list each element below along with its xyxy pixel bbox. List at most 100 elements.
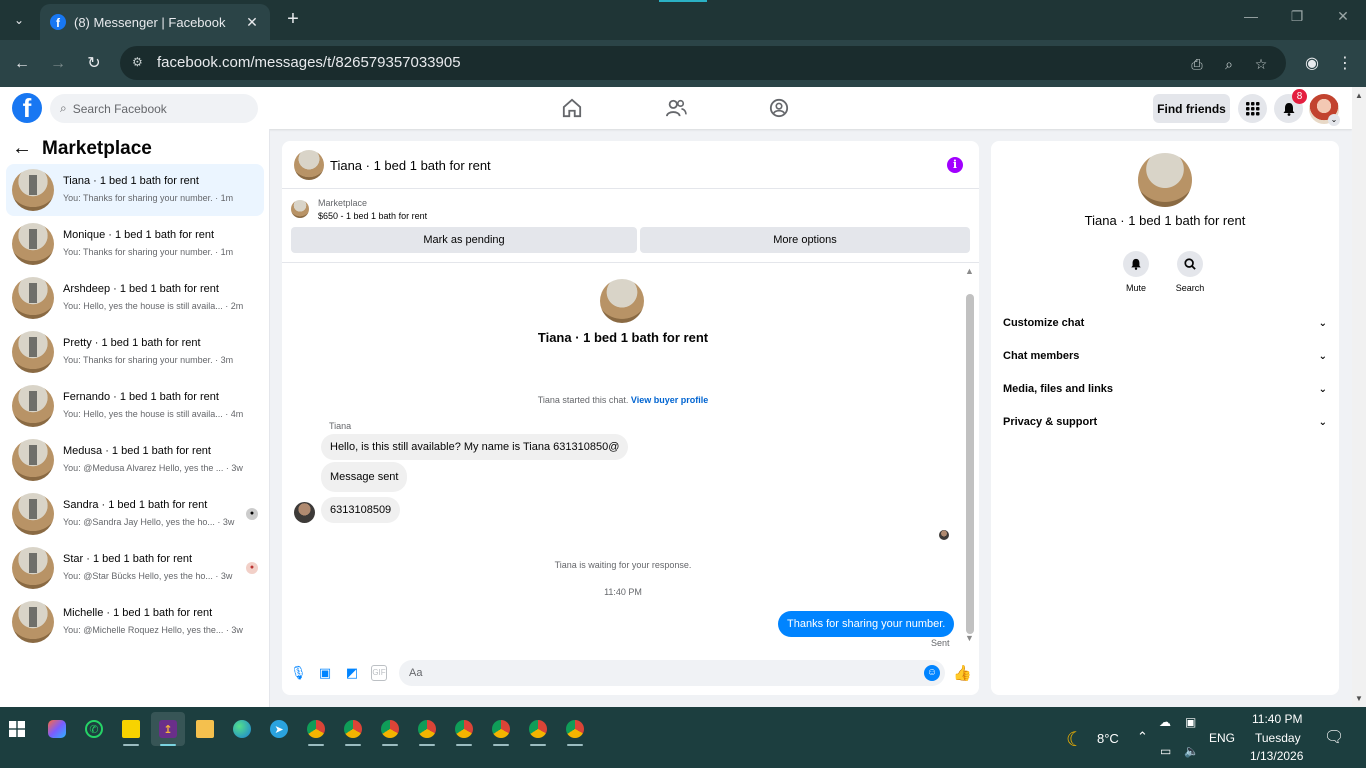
bookmark-star-icon[interactable]: ☆ <box>1252 56 1270 74</box>
url-text[interactable]: facebook.com/messages/t/826579357033905 <box>157 54 461 71</box>
telegram-taskbar-icon[interactable]: ➤ <box>262 712 296 746</box>
chrome-taskbar-icon[interactable] <box>447 712 481 746</box>
media-files-links-section[interactable]: Media, files and links ⌄ <box>1003 379 1327 399</box>
conversation-item[interactable]: Tiana · 1 bed 1 bath for rent You: Thank… <box>6 164 264 216</box>
conversation-item[interactable]: Michelle · 1 bed 1 bath for rent You: @M… <box>6 596 264 648</box>
outgoing-message[interactable]: Thanks for sharing your number. <box>778 611 955 637</box>
menu-grid-icon[interactable] <box>1238 94 1267 123</box>
chrome-taskbar-icon[interactable] <box>373 712 407 746</box>
facebook-search-input[interactable] <box>72 101 243 116</box>
clock-date[interactable]: 1/13/2026 <box>1250 749 1303 763</box>
onedrive-cloud-icon[interactable]: ☁ <box>1159 715 1171 729</box>
zoom-icon[interactable]: ⌕ <box>1220 56 1238 74</box>
active-app-taskbar-icon[interactable]: ↥ <box>151 712 185 746</box>
scrollbar-thumb[interactable] <box>966 294 974 634</box>
sticky-notes-taskbar-icon[interactable] <box>114 712 148 746</box>
scroll-down-icon[interactable]: ▼ <box>965 633 974 643</box>
conversation-item[interactable]: Fernando · 1 bed 1 bath for rent You: He… <box>6 380 264 432</box>
tab-search-icon[interactable]: ⌄ <box>6 8 32 32</box>
conversation-item[interactable]: Star · 1 bed 1 bath for rent You: @Star … <box>6 542 264 594</box>
chat-header-avatar[interactable] <box>294 150 324 180</box>
customize-chat-section[interactable]: Customize chat ⌄ <box>1003 313 1327 333</box>
browser-tab[interactable]: f (8) Messenger | Facebook ✕ <box>40 4 270 40</box>
gif-icon[interactable]: GIF <box>371 665 387 681</box>
minimize-icon[interactable]: — <box>1236 8 1266 24</box>
chrome-taskbar-icon[interactable] <box>410 712 444 746</box>
tab-close-icon[interactable]: ✕ <box>244 14 260 31</box>
address-bar[interactable]: ⚙ facebook.com/messages/t/82657935703390… <box>120 46 1286 80</box>
notification-center-icon[interactable]: 🗨 <box>1324 727 1344 747</box>
chrome-taskbar-icon[interactable] <box>558 712 592 746</box>
chrome-taskbar-icon[interactable] <box>336 712 370 746</box>
maximize-icon[interactable]: ❐ <box>1282 8 1312 25</box>
mute-button[interactable]: Mute <box>1111 251 1161 293</box>
show-hidden-icons-chevron-up-icon[interactable]: ⌃ <box>1137 729 1148 745</box>
weather-temperature[interactable]: 8°C <box>1097 731 1119 746</box>
home-icon[interactable] <box>561 98 583 118</box>
thread-scrollbar[interactable]: ▲ ▼ <box>964 266 976 646</box>
sticker-icon[interactable]: ◩ <box>344 665 360 681</box>
volume-speaker-icon[interactable]: 🔈 <box>1184 744 1199 758</box>
conversation-item[interactable]: Sandra · 1 bed 1 bath for rent You: @San… <box>6 488 264 540</box>
conversation-item[interactable]: Arshdeep · 1 bed 1 bath for rent You: He… <box>6 272 264 324</box>
page-scrollbar[interactable]: ▲ ▼ <box>1352 87 1366 707</box>
account-chevron-down-icon[interactable]: ⌄ <box>1328 114 1340 126</box>
profile-icon[interactable]: ◉ <box>1300 52 1324 76</box>
find-friends-button[interactable]: Find friends <box>1153 94 1230 123</box>
like-thumb-icon[interactable]: 👍 <box>953 664 972 682</box>
message-input-box[interactable]: ☺ <box>399 660 945 686</box>
info-icon[interactable]: i <box>947 157 963 173</box>
forward-icon[interactable]: → <box>46 52 70 76</box>
view-buyer-profile-link[interactable]: View buyer profile <box>631 395 708 405</box>
incoming-message[interactable]: Message sent <box>321 462 408 492</box>
clock-day[interactable]: Tuesday <box>1255 731 1301 745</box>
listing-thumbnail[interactable] <box>291 200 309 218</box>
search-in-chat-button[interactable]: Search <box>1165 251 1215 293</box>
facebook-logo-icon[interactable]: f <box>12 93 42 123</box>
sender-avatar[interactable] <box>294 502 315 523</box>
chat-members-section[interactable]: Chat members ⌄ <box>1003 346 1327 366</box>
more-options-button[interactable]: More options <box>640 227 970 253</box>
scroll-up-icon[interactable]: ▲ <box>965 266 974 276</box>
groups-icon[interactable] <box>768 98 790 118</box>
back-arrow-icon[interactable]: ← <box>12 137 32 160</box>
chat-header-name[interactable]: Tiana · 1 bed 1 bath for rent <box>330 158 491 173</box>
facebook-search[interactable]: ⌕ <box>50 94 258 123</box>
reload-icon[interactable]: ↻ <box>82 52 106 76</box>
conversation-item[interactable]: Monique · 1 bed 1 bath for rent You: Tha… <box>6 218 264 270</box>
network-icon[interactable]: ▭ <box>1160 744 1171 758</box>
conversation-item[interactable]: Pretty · 1 bed 1 bath for rent You: Than… <box>6 326 264 378</box>
incoming-message[interactable]: Hello, is this still available? My name … <box>321 434 629 460</box>
microphone-icon[interactable]: 🎙 <box>290 665 307 681</box>
edge-taskbar-icon[interactable] <box>225 712 259 746</box>
listing-title[interactable]: $650 - 1 bed 1 bath for rent <box>318 211 427 221</box>
install-app-icon[interactable]: ⎙ <box>1188 56 1206 74</box>
input-language[interactable]: ENG <box>1209 731 1235 745</box>
back-icon[interactable]: ← <box>10 52 34 76</box>
conversation-item[interactable]: Medusa · 1 bed 1 bath for rent You: @Med… <box>6 434 264 486</box>
scroll-up-icon[interactable]: ▲ <box>1355 91 1363 100</box>
privacy-support-section[interactable]: Privacy & support ⌄ <box>1003 412 1327 432</box>
scroll-down-icon[interactable]: ▼ <box>1355 694 1363 703</box>
copilot-taskbar-icon[interactable] <box>40 712 74 746</box>
chrome-taskbar-icon[interactable] <box>521 712 555 746</box>
close-window-icon[interactable]: ✕ <box>1328 8 1358 25</box>
chrome-taskbar-icon[interactable] <box>299 712 333 746</box>
photo-icon[interactable]: ▣ <box>317 665 333 681</box>
whatsapp-taskbar-icon[interactable]: ✆ <box>77 712 111 746</box>
chrome-taskbar-icon[interactable] <box>484 712 518 746</box>
site-settings-icon[interactable]: ⚙ <box>132 55 148 71</box>
mark-as-pending-button[interactable]: Mark as pending <box>291 227 637 253</box>
new-tab-icon[interactable]: + <box>282 8 304 30</box>
start-button[interactable] <box>0 712 34 746</box>
camera-icon[interactable]: ▣ <box>1185 715 1196 729</box>
file-explorer-taskbar-icon[interactable] <box>188 712 222 746</box>
browser-menu-icon[interactable]: ⋮ <box>1333 52 1357 76</box>
incoming-message[interactable]: 6313108509 <box>321 497 401 523</box>
friends-icon[interactable] <box>665 98 687 118</box>
emoji-icon[interactable]: ☺ <box>924 665 940 681</box>
details-avatar[interactable] <box>1138 153 1192 207</box>
weather-moon-icon[interactable]: ☾ <box>1066 727 1084 752</box>
clock-time[interactable]: 11:40 PM <box>1252 712 1302 726</box>
message-input[interactable] <box>409 665 909 681</box>
